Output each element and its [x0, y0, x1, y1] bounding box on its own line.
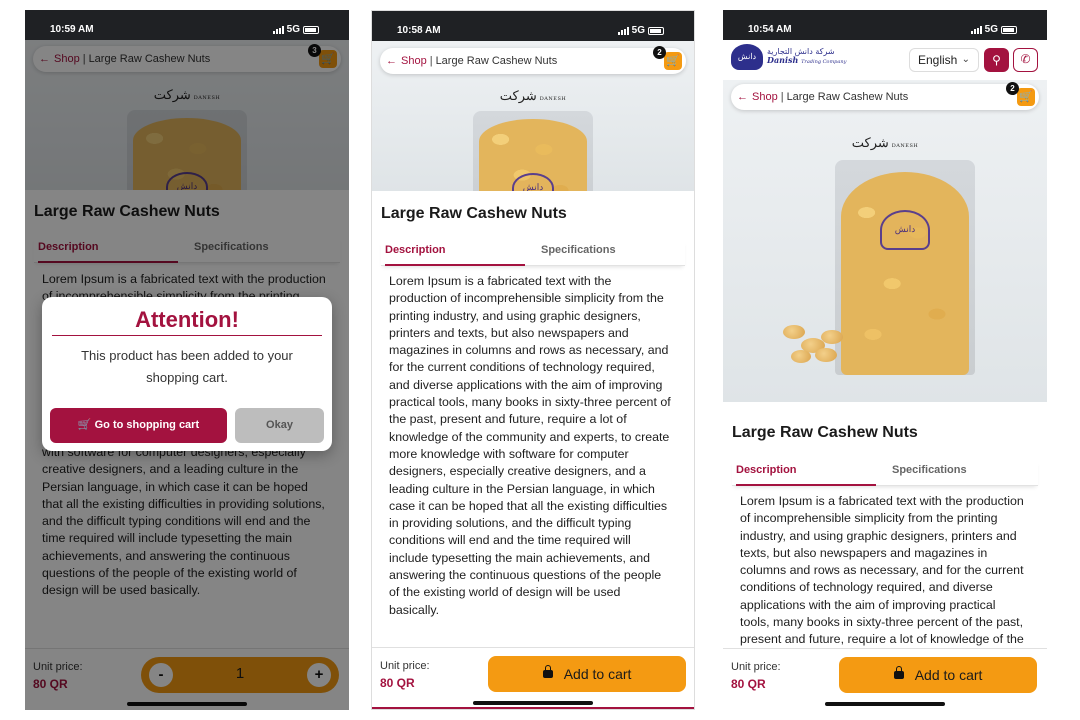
breadcrumb-separator: |: [780, 91, 784, 103]
add-to-cart-button[interactable]: Add to cart: [488, 656, 686, 692]
go-to-cart-label: Go to shopping cart: [94, 419, 200, 431]
signal-icon: [970, 25, 982, 34]
dialog-title: Attention!: [135, 307, 239, 332]
home-indicator: [473, 701, 593, 705]
phone-screen-description: 10:58 AM 5G شرکت DANESH دانش ← Shop | Lar…: [371, 10, 695, 710]
chevron-down-icon: ⌄: [961, 54, 970, 65]
go-to-cart-button[interactable]: 🛒 Go to shopping cart: [50, 408, 227, 443]
site-header: دانش شركة دانش التجارية Danish Trading C…: [723, 40, 1047, 80]
status-indicators: 5G: [617, 25, 664, 36]
status-indicators: 5G: [272, 24, 319, 35]
network-label: 5G: [286, 24, 300, 35]
product-tabs: Description Specifications: [381, 240, 685, 266]
add-to-cart-button[interactable]: Add to cart: [839, 657, 1037, 693]
tab-specifications[interactable]: Specifications: [541, 240, 616, 266]
language-value: English: [918, 53, 958, 67]
brand-emblem: دانش: [731, 44, 763, 70]
cart-button[interactable]: 🛒 2: [1006, 82, 1035, 106]
status-bar: 10:54 AM 5G: [723, 10, 1047, 40]
breadcrumb-shop-link[interactable]: Shop: [401, 55, 427, 67]
loose-cashew: [791, 350, 811, 363]
product-tabs: Description Specifications: [732, 460, 1038, 486]
product-bag: دانش: [835, 160, 975, 375]
product-description: Lorem Ipsum is a fabricated text with th…: [740, 494, 1024, 647]
status-time: 10:59 AM: [50, 24, 94, 35]
loose-cashew: [815, 348, 837, 362]
product-description: Lorem Ipsum is a fabricated text with th…: [389, 274, 671, 617]
cart-icon: 🛒: [77, 419, 95, 431]
loose-cashew: [821, 330, 843, 344]
search-button[interactable]: ⚲: [984, 48, 1009, 72]
cart-icon: 🛒: [1019, 91, 1033, 103]
unit-price-label: Unit price:: [380, 660, 430, 672]
breadcrumb-separator: |: [429, 55, 433, 67]
dialog-message: This product has been added to your shop…: [81, 348, 293, 385]
status-time: 10:54 AM: [748, 24, 792, 35]
product-bag: دانش: [473, 111, 593, 191]
bag-label: دانش: [880, 210, 930, 250]
product-title: Large Raw Cashew Nuts: [381, 205, 567, 222]
breadcrumb-title: Large Raw Cashew Nuts: [786, 91, 909, 103]
add-to-cart-label: Add to cart: [914, 667, 983, 683]
back-arrow-icon[interactable]: ←: [386, 55, 397, 67]
network-label: 5G: [631, 25, 645, 36]
brand-english-name: Danish Trading Company: [767, 55, 847, 66]
brand-name: شركة دانش التجارية Danish Trading Compan…: [767, 47, 846, 67]
status-bar: 10:59 AM 5G: [25, 10, 349, 40]
cart-count-badge: 2: [653, 46, 666, 59]
purchase-bar: Unit price: 80 QR Add to cart: [372, 647, 694, 709]
image-logo: شرکت DANESH: [851, 136, 919, 151]
cart-icon: 🛒: [666, 55, 680, 67]
signal-icon: [272, 25, 284, 34]
image-logo: شرکت DANESH: [499, 89, 567, 104]
tab-specifications[interactable]: Specifications: [892, 460, 967, 486]
dialog-divider: [52, 335, 322, 336]
battery-icon: [1001, 25, 1017, 34]
lock-icon: [893, 666, 904, 679]
cashews: [841, 172, 969, 375]
status-time: 10:58 AM: [397, 25, 441, 36]
tab-description[interactable]: Description: [385, 240, 525, 266]
status-indicators: 5G: [970, 24, 1017, 35]
breadcrumb-bar: ← Shop | Large Raw Cashew Nuts 🛒 2: [731, 82, 1039, 110]
product-image: شرکت DANESH دانش: [723, 80, 1047, 402]
bottom-accent-line: [372, 707, 694, 709]
status-bar: 10:58 AM 5G: [372, 11, 694, 41]
brand-logo[interactable]: دانش شركة دانش التجارية Danish Trading C…: [731, 44, 846, 70]
language-select[interactable]: English ⌄: [909, 48, 979, 72]
battery-icon: [648, 26, 664, 35]
cart-count-badge: 2: [1006, 82, 1019, 95]
phone-screen-cart-added: 10:59 AM 5G شرکت DANESH دانش ← Shop | Lar…: [25, 10, 349, 710]
network-label: 5G: [984, 24, 998, 35]
loose-cashew: [783, 325, 805, 339]
signal-icon: [617, 26, 629, 35]
back-arrow-icon[interactable]: ←: [737, 91, 748, 103]
unit-price-value: 80 QR: [380, 676, 415, 690]
phone-icon: ✆: [1020, 52, 1031, 66]
phone-screen-product-page: 10:54 AM 5G دانش شركة دانش التجارية Dani…: [723, 10, 1047, 710]
purchase-bar: Unit price: 80 QR Add to cart: [723, 648, 1047, 710]
battery-icon: [303, 25, 319, 34]
unit-price-value: 80 QR: [731, 677, 766, 691]
call-button[interactable]: ✆: [1013, 48, 1038, 72]
cart-button[interactable]: 🛒 2: [653, 46, 682, 70]
breadcrumb-title: Large Raw Cashew Nuts: [435, 55, 558, 67]
search-icon: ⚲: [992, 53, 1001, 67]
okay-button[interactable]: Okay: [235, 408, 324, 443]
add-to-cart-label: Add to cart: [563, 666, 632, 682]
product-title: Large Raw Cashew Nuts: [732, 424, 918, 441]
breadcrumb-shop-link[interactable]: Shop: [752, 91, 778, 103]
attention-dialog: Attention! This product has been added t…: [42, 297, 332, 451]
tab-description[interactable]: Description: [736, 460, 876, 486]
home-indicator: [825, 702, 945, 706]
breadcrumb-bar: ← Shop | Large Raw Cashew Nuts 🛒 2: [380, 46, 686, 74]
lock-icon: [542, 665, 553, 678]
unit-price-label: Unit price:: [731, 661, 781, 673]
